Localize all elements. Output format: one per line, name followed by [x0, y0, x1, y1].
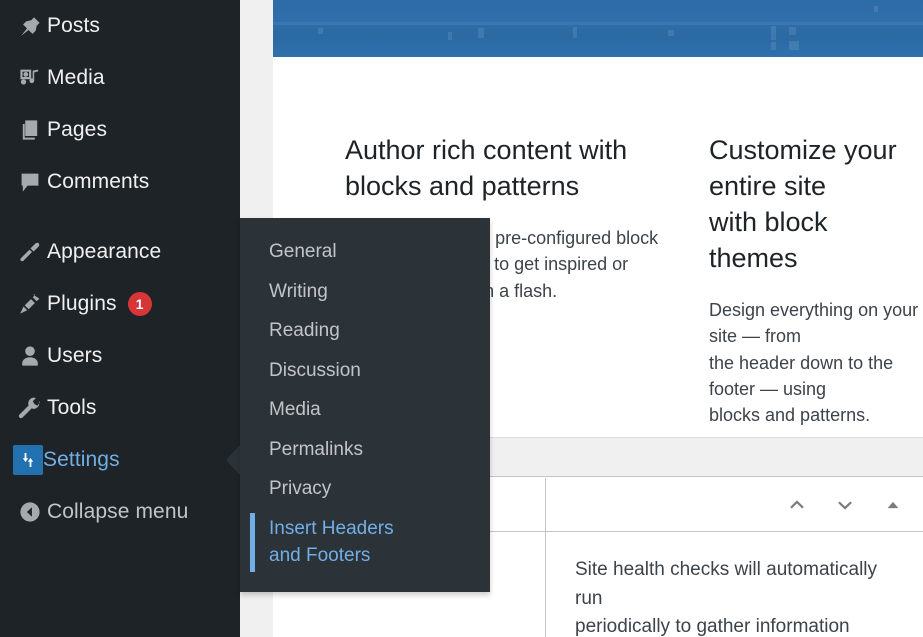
- sidebar-item-users[interactable]: Users: [0, 330, 240, 382]
- sidebar-item-appearance[interactable]: Appearance: [0, 226, 240, 278]
- site-health-panel: Site health checks will automatically ru…: [545, 478, 923, 637]
- toggle-panel-button[interactable]: [877, 489, 909, 521]
- panel-header: [545, 478, 923, 532]
- sidebar-item-label: Appearance: [47, 240, 162, 263]
- admin-sidebar: Posts Media Pages Comments Appearance Pl…: [0, 0, 241, 637]
- submenu-item-discussion[interactable]: Discussion: [240, 351, 490, 391]
- header-banner-image: [273, 0, 923, 57]
- welcome-heading: Customize your entire site with block th…: [709, 135, 897, 273]
- submenu-item-general[interactable]: General: [240, 232, 490, 272]
- pin-icon: [13, 14, 47, 38]
- panel-body: Site health checks will automatically ru…: [545, 532, 923, 637]
- move-down-button[interactable]: [829, 489, 861, 521]
- comments-icon: [13, 170, 47, 194]
- welcome-heading: Author rich content with blocks and patt…: [345, 135, 628, 201]
- sidebar-item-pages[interactable]: Pages: [0, 104, 240, 156]
- plugins-update-badge: 1: [127, 292, 152, 316]
- welcome-body: Design everything on your site — from th…: [709, 299, 919, 426]
- submenu-pointer-arrow: [226, 444, 241, 476]
- user-icon: [13, 344, 47, 368]
- sidebar-item-label: Posts: [47, 14, 101, 37]
- sidebar-item-label: Media: [47, 66, 105, 89]
- submenu-item-privacy[interactable]: Privacy: [240, 469, 490, 509]
- paintbrush-icon: [13, 240, 47, 264]
- sidebar-item-label: Users: [47, 344, 103, 367]
- submenu-item-permalinks[interactable]: Permalinks: [240, 430, 490, 470]
- move-up-button[interactable]: [781, 489, 813, 521]
- settings-icon: [13, 445, 43, 475]
- panel-order-buttons: [781, 489, 909, 521]
- sidebar-item-settings[interactable]: Settings: [0, 434, 241, 486]
- sidebar-item-tools[interactable]: Tools: [0, 382, 240, 434]
- sidebar-item-label: Tools: [47, 396, 97, 419]
- panel-column-divider: [545, 478, 546, 637]
- media-icon: [13, 66, 47, 90]
- settings-submenu: General Writing Reading Discussion Media…: [240, 218, 490, 592]
- wrench-icon: [13, 396, 47, 420]
- sidebar-item-plugins[interactable]: Plugins 1: [0, 278, 240, 330]
- sidebar-item-label: Settings: [43, 448, 120, 471]
- sidebar-item-posts[interactable]: Posts: [0, 0, 240, 52]
- sidebar-item-label: Comments: [47, 170, 150, 193]
- sidebar-separator: [0, 208, 240, 226]
- submenu-item-media[interactable]: Media: [240, 390, 490, 430]
- sidebar-item-comments[interactable]: Comments: [0, 156, 240, 208]
- sidebar-item-label: Collapse menu: [47, 500, 189, 523]
- wordpress-admin-screen: Posts Media Pages Comments Appearance Pl…: [0, 0, 923, 637]
- plug-icon: [13, 292, 47, 316]
- submenu-item-reading[interactable]: Reading: [240, 311, 490, 351]
- submenu-item-insert-headers-and-footers[interactable]: Insert Headers and Footers: [240, 509, 440, 576]
- submenu-item-writing[interactable]: Writing: [240, 272, 490, 312]
- sidebar-item-label: Pages: [47, 118, 108, 141]
- collapse-icon: [13, 500, 47, 524]
- sidebar-item-media[interactable]: Media: [0, 52, 240, 104]
- sidebar-item-label: Plugins: [47, 292, 117, 315]
- sidebar-item-collapse-menu[interactable]: Collapse menu: [0, 486, 240, 538]
- welcome-column-themes: Customize your entire site with block th…: [693, 57, 923, 472]
- pages-icon: [13, 118, 47, 142]
- banner-streak: [273, 22, 923, 25]
- site-health-description: Site health checks will automatically ru…: [575, 559, 878, 637]
